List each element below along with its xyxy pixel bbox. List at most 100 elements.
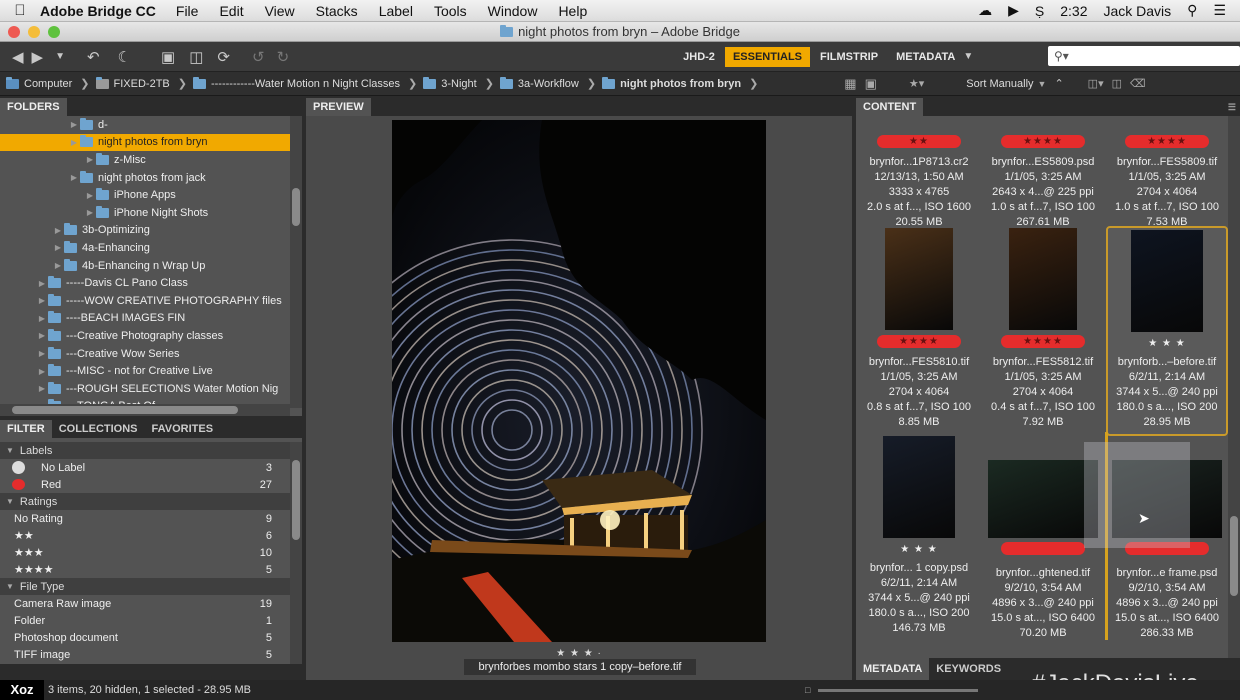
tab-filter[interactable]: FILTER	[0, 420, 52, 438]
content-thumbnail-cell[interactable]: ★★★★ brynfor...ES5809.psd 1/1/05, 3:25 AM 2…	[982, 122, 1104, 230]
folder-tree-item[interactable]: ▶ iPhone Apps	[0, 186, 290, 204]
disclosure-triangle-icon[interactable]: ▶	[68, 173, 80, 182]
camera-import-icon[interactable]: ▣	[161, 48, 175, 66]
rating-stars[interactable]: ★ ★ ★	[858, 542, 980, 555]
tab-collections[interactable]: COLLECTIONS	[52, 420, 145, 438]
menu-label[interactable]: Label	[379, 3, 413, 19]
filter-row[interactable]: ★★ 6	[0, 527, 290, 544]
disclosure-triangle-icon[interactable]: ▶	[84, 191, 96, 200]
disclosure-triangle-icon[interactable]: ▶	[36, 296, 48, 305]
folder-tree-item[interactable]: ▶ 4a-Enhancing	[0, 239, 290, 257]
label-red-pill[interactable]	[1001, 542, 1085, 555]
thumbnail-image[interactable]	[885, 228, 953, 330]
notifications-icon[interactable]: ☰	[1213, 2, 1226, 19]
filter-row[interactable]: ★★★ 10	[0, 544, 290, 561]
minimize-window-button[interactable]	[28, 26, 40, 38]
tab-keywords[interactable]: KEYWORDS	[929, 658, 1008, 680]
folder-tree-item[interactable]: ▶ ---Creative Wow Series	[0, 345, 290, 363]
content-scroll-thumb[interactable]	[1230, 516, 1238, 596]
disclosure-triangle-icon[interactable]: ▶	[36, 349, 48, 358]
folder-tree-item[interactable]: ▶ 3b-Optimizing	[0, 222, 290, 240]
disclosure-triangle-icon[interactable]: ▶	[68, 120, 80, 129]
filter-row[interactable]: TIFF image 5	[0, 646, 290, 663]
filter-group-header[interactable]: ▼ Ratings	[0, 493, 290, 510]
label-rating-pill[interactable]: ★★★★	[1001, 335, 1085, 348]
preview-image[interactable]	[392, 120, 766, 642]
menu-file[interactable]: File	[176, 3, 199, 19]
content-scrollbar[interactable]	[1228, 116, 1240, 658]
workspace-dropdown-icon[interactable]: ▼	[963, 51, 973, 62]
close-window-button[interactable]	[8, 26, 20, 38]
tab-favorites[interactable]: FAVORITES	[145, 420, 221, 438]
thumbnail-image[interactable]	[1131, 230, 1203, 332]
refine-icon[interactable]: ◫	[189, 48, 203, 66]
disclosure-triangle-icon[interactable]: ▶	[84, 208, 96, 217]
disclosure-triangle-icon[interactable]: ▶	[68, 138, 80, 147]
filter-row[interactable]: No Rating 9	[0, 510, 290, 527]
folders-scroll-thumb[interactable]	[292, 188, 300, 226]
skype-icon[interactable]: Ṣ	[1035, 3, 1044, 19]
folder-tree-item[interactable]: ▶ -----Davis CL Pano Class	[0, 274, 290, 292]
content-thumbnail-cell[interactable]: ★★★★ brynfor...FES5812.tif 1/1/05, 3:25 AM…	[982, 226, 1104, 430]
folders-h-scroll-thumb[interactable]	[12, 406, 238, 414]
thumbnail-size-slider[interactable]	[818, 688, 979, 692]
folder-tree-item[interactable]: ▶ night photos from bryn	[0, 133, 290, 152]
folders-h-scrollbar[interactable]	[0, 404, 290, 416]
menu-window[interactable]: Window	[488, 3, 538, 19]
apple-icon[interactable]: 	[0, 2, 40, 19]
content-thumbnail-cell[interactable]: ★★★★ brynfor...FES5810.tif 1/1/05, 3:25 AM…	[858, 226, 980, 430]
crumb-drive[interactable]: FIXED-2TB ❯	[95, 76, 187, 90]
user-name[interactable]: Jack Davis	[1103, 3, 1171, 19]
play-icon[interactable]: ▶	[1008, 2, 1019, 19]
filter-row[interactable]: Red 27	[0, 476, 290, 493]
filter-scroll-thumb[interactable]	[292, 460, 300, 540]
menu-tools[interactable]: Tools	[434, 3, 467, 19]
menu-edit[interactable]: Edit	[219, 3, 243, 19]
workspace-filmstrip[interactable]: FILMSTRIP	[812, 47, 886, 67]
filter-row[interactable]: Photoshop document 5	[0, 629, 290, 646]
zoom-window-button[interactable]	[48, 26, 60, 38]
back-icon[interactable]: ◀	[12, 48, 24, 66]
sort-ascending-icon[interactable]: ⌃	[1054, 77, 1063, 90]
folder-tree-item[interactable]: ▶ ---ROUGH SELECTIONS Water Motion Nig	[0, 380, 290, 398]
workspace-jhd2[interactable]: JHD-2	[675, 47, 723, 67]
disclosure-triangle-icon[interactable]: ▶	[36, 384, 48, 393]
content-thumbnail-cell[interactable]: ★ ★ ★ brynforb...–before.tif 6/2/11, 2:14 …	[1106, 226, 1228, 436]
folder-tree-item[interactable]: ▶ d-	[0, 116, 290, 134]
filter-row[interactable]: Folder 1	[0, 612, 290, 629]
disclosure-triangle-icon[interactable]: ▶	[52, 261, 64, 270]
thumbnail-size-icon[interactable]: □	[805, 685, 810, 695]
content-thumbnail-cell[interactable]: ★★★★ brynfor...FES5809.tif 1/1/05, 3:25 AM…	[1106, 122, 1228, 230]
disclosure-triangle-icon[interactable]: ▶	[84, 155, 96, 164]
label-rating-pill[interactable]: ★★	[877, 135, 961, 148]
tab-content[interactable]: CONTENT	[856, 98, 924, 116]
filter-row[interactable]: Camera Raw image 19	[0, 595, 290, 612]
grid-view-icon[interactable]: ▦	[844, 76, 856, 92]
boomerang-icon[interactable]: ↶	[87, 48, 100, 66]
search-input[interactable]: ⚲▾	[1048, 46, 1240, 66]
crumb-3-night[interactable]: 3-Night ❯	[423, 76, 494, 90]
label-rating-pill[interactable]: ★★★★	[1001, 135, 1085, 148]
disclosure-triangle-icon[interactable]: ▶	[52, 226, 64, 235]
sort-dropdown[interactable]: Sort Manually	[966, 78, 1033, 90]
disclosure-triangle-icon[interactable]: ▶	[36, 314, 48, 323]
recent-dropdown-icon[interactable]: ▼	[55, 51, 65, 62]
menu-stacks[interactable]: Stacks	[316, 3, 358, 19]
tab-metadata[interactable]: METADATA	[856, 658, 930, 680]
disclosure-triangle-icon[interactable]: ▶	[52, 243, 64, 252]
folder-tree-item[interactable]: ▶ z-Misc	[0, 151, 290, 169]
rating-filter-icon[interactable]: ★▾	[909, 77, 924, 90]
menu-help[interactable]: Help	[558, 3, 587, 19]
thumbnail-image[interactable]	[988, 460, 1098, 538]
preview-rating[interactable]: ★ ★ ★ ·	[306, 648, 852, 659]
panel-menu-icon[interactable]: ☰	[1228, 102, 1236, 113]
thumbnail-image[interactable]	[1009, 228, 1077, 330]
filter-group-header[interactable]: ▼ Labels	[0, 442, 290, 459]
new-folder-icon[interactable]: ◫	[1112, 77, 1122, 90]
filter-group-header[interactable]: ▼ File Type	[0, 578, 290, 595]
folder-tree-item[interactable]: ▶ ---Creative Photography classes	[0, 327, 290, 345]
tab-folders[interactable]: FOLDERS	[0, 98, 67, 116]
folder-tree-item[interactable]: ▶ 4b-Enhancing n Wrap Up	[0, 257, 290, 275]
folder-tree-item[interactable]: ▶ -----WOW CREATIVE PHOTOGRAPHY files	[0, 292, 290, 310]
filter-scrollbar[interactable]	[290, 442, 302, 664]
